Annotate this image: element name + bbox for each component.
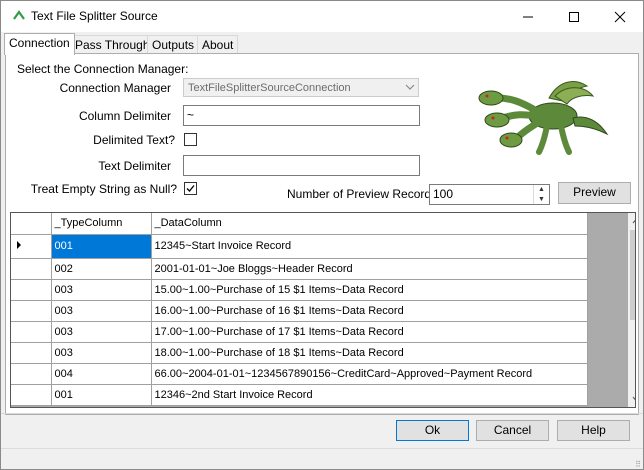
scroll-up-icon[interactable] <box>632 218 636 224</box>
preview-records-label: Number of Preview Records <box>287 187 438 201</box>
row-header[interactable] <box>11 321 52 343</box>
row-header-corner <box>11 213 52 235</box>
resize-grip-icon[interactable]: ⠿ <box>635 461 641 469</box>
dragon-logo <box>478 81 609 155</box>
text-delimiter-input[interactable] <box>183 155 420 176</box>
column-header-type[interactable]: _TypeColumn <box>51 213 152 235</box>
ok-button[interactable]: Ok <box>396 420 469 441</box>
table-row[interactable]: 003 18.00~1.00~Purchase of 18 $1 Items~D… <box>11 342 588 364</box>
type-cell[interactable]: 002 <box>51 258 152 280</box>
data-cell[interactable]: 17.00~1.00~Purchase of 17 $1 Items~Data … <box>151 321 588 343</box>
help-button[interactable]: Help <box>557 420 630 441</box>
row-header[interactable] <box>11 300 52 322</box>
scroll-down-icon[interactable] <box>632 396 636 402</box>
column-delimiter-input[interactable]: ~ <box>183 105 420 126</box>
delimited-text-checkbox[interactable] <box>184 133 197 146</box>
app-icon <box>13 10 25 20</box>
maximize-button[interactable] <box>551 1 597 32</box>
table-row[interactable]: 004 66.00~2004-01-01~1234567890156~Credi… <box>11 363 588 385</box>
table-row[interactable]: 001 12346~2nd Start Invoice Record <box>11 384 588 406</box>
type-cell[interactable]: 003 <box>51 321 152 343</box>
tab-connection[interactable]: Connection <box>4 33 75 55</box>
close-icon <box>614 11 626 22</box>
column-delimiter-label: Column Delimiter <box>78 109 171 123</box>
data-cell[interactable]: 12346~2nd Start Invoice Record <box>151 384 588 406</box>
type-cell[interactable]: 004 <box>51 363 152 385</box>
table-row[interactable]: 003 16.00~1.00~Purchase of 16 $1 Items~D… <box>11 300 588 322</box>
tab-pass-through[interactable]: Pass Through <box>70 35 155 54</box>
data-cell[interactable]: 15.00~1.00~Purchase of 15 $1 Items~Data … <box>151 279 588 301</box>
row-header[interactable] <box>11 258 52 280</box>
preview-grid[interactable]: _TypeColumn _DataColumn 001 12345~Start … <box>10 212 636 408</box>
type-cell[interactable]: 001 <box>51 234 152 259</box>
tab-outputs[interactable]: Outputs <box>147 35 200 54</box>
stepper-buttons: ▲ ▼ <box>533 185 549 204</box>
vertical-scrollbar[interactable] <box>628 213 636 407</box>
row-header[interactable] <box>11 384 52 406</box>
data-cell[interactable]: 66.00~2004-01-01~1234567890156~CreditCar… <box>151 363 588 385</box>
column-header-data[interactable]: _DataColumn <box>151 213 588 235</box>
data-cell[interactable]: 2001-01-01~Joe Bloggs~Header Record <box>151 258 588 280</box>
grid-header-row: _TypeColumn _DataColumn <box>11 213 588 235</box>
section-label: Select the Connection Manager: <box>17 62 189 76</box>
data-cell[interactable]: 16.00~1.00~Purchase of 16 $1 Items~Data … <box>151 300 588 322</box>
scrollbar-thumb[interactable] <box>630 230 635 320</box>
preview-table: _TypeColumn _DataColumn 001 12345~Start … <box>11 213 588 406</box>
minimize-button[interactable] <box>505 1 551 32</box>
row-header[interactable] <box>11 363 52 385</box>
cancel-button[interactable]: Cancel <box>476 420 549 441</box>
preview-records-value: 100 <box>433 187 454 201</box>
current-row-arrow-icon <box>17 240 21 249</box>
type-cell[interactable]: 003 <box>51 342 152 364</box>
title-bar: Text File Splitter Source <box>1 1 643 32</box>
connection-manager-select[interactable]: TextFileSplitterSourceConnection <box>183 78 419 97</box>
delimited-text-label: Delimited Text? <box>93 133 175 147</box>
checkmark-icon <box>186 185 195 192</box>
footer-divider <box>1 413 643 414</box>
stepper-down-icon[interactable]: ▼ <box>534 195 549 204</box>
close-button[interactable] <box>597 1 643 32</box>
treat-empty-null-checkbox[interactable] <box>184 182 197 195</box>
status-strip: ⠿ <box>1 448 643 469</box>
preview-records-stepper[interactable]: 100 ▲ ▼ <box>429 184 550 205</box>
data-cell[interactable]: 12345~Start Invoice Record <box>151 234 588 259</box>
chevron-down-icon <box>405 84 415 90</box>
window-title: Text File Splitter Source <box>31 9 158 23</box>
maximize-icon <box>569 11 579 22</box>
row-header[interactable] <box>11 234 52 259</box>
type-cell[interactable]: 001 <box>51 384 152 406</box>
row-header[interactable] <box>11 279 52 301</box>
text-delimiter-label: Text Delimiter <box>98 159 171 173</box>
type-cell[interactable]: 003 <box>51 300 152 322</box>
treat-empty-null-label: Treat Empty String as Null? <box>30 182 177 196</box>
type-cell[interactable]: 003 <box>51 279 152 301</box>
dialog-window: Text File Splitter Source Connection Pas… <box>0 0 644 470</box>
row-header[interactable] <box>11 342 52 364</box>
preview-button[interactable]: Preview <box>558 182 631 204</box>
connection-manager-label: Connection Manager <box>59 81 171 95</box>
connection-manager-value: TextFileSplitterSourceConnection <box>188 82 351 94</box>
table-row[interactable]: 003 15.00~1.00~Purchase of 15 $1 Items~D… <box>11 279 588 301</box>
minimize-icon <box>523 16 533 17</box>
table-row[interactable]: 002 2001-01-01~Joe Bloggs~Header Record <box>11 258 588 280</box>
table-row[interactable]: 003 17.00~1.00~Purchase of 17 $1 Items~D… <box>11 321 588 343</box>
tab-about[interactable]: About <box>197 35 239 54</box>
table-row[interactable]: 001 12345~Start Invoice Record <box>11 234 588 259</box>
data-cell[interactable]: 18.00~1.00~Purchase of 18 $1 Items~Data … <box>151 342 588 364</box>
